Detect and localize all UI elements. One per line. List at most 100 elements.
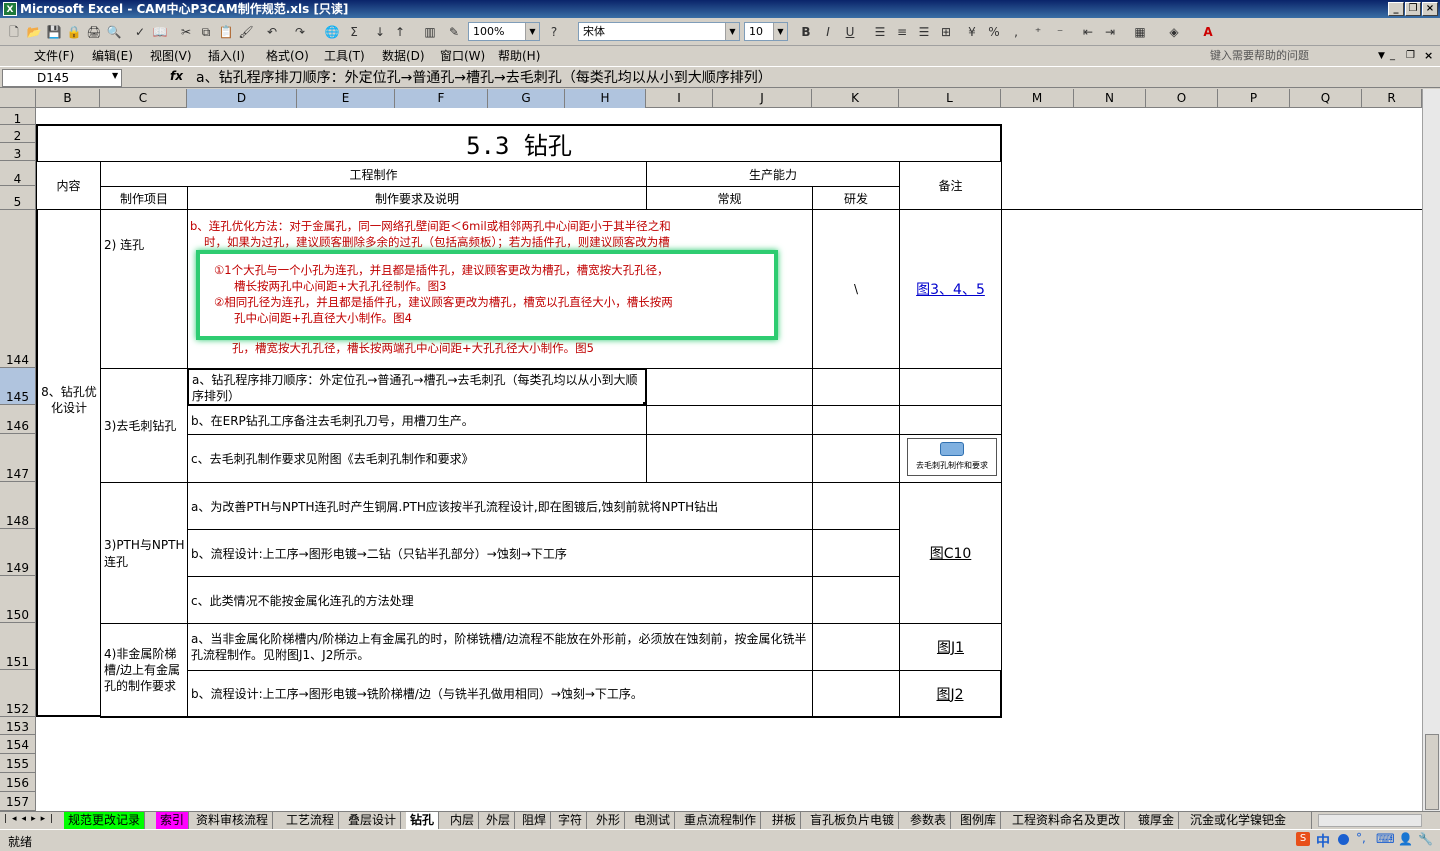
increase-decimal-icon[interactable]: ⁺ (1028, 22, 1048, 42)
row146-note[interactable] (899, 405, 1002, 435)
permission-icon[interactable]: 🔒 (64, 22, 84, 42)
row145-text-selected[interactable]: a、钻孔程序排刀顺序：外定位孔→普通孔→槽孔→去毛刺孔（每类孔均以从小到大顺序排… (187, 368, 647, 406)
col-header-m[interactable]: M (1001, 89, 1074, 108)
row-header-150[interactable]: 150 (0, 576, 36, 623)
menu-tools[interactable]: 工具(T) (324, 48, 365, 64)
menu-format[interactable]: 格式(O) (266, 48, 309, 64)
header-requirement[interactable]: 制作要求及说明 (187, 186, 647, 210)
tab-enig[interactable]: 沉金或化学镍钯金 (1186, 812, 1312, 829)
horizontal-scrollbar[interactable] (1318, 814, 1422, 827)
row-header-1[interactable]: 1 (0, 108, 36, 126)
research-icon[interactable]: 📖 (150, 22, 170, 42)
header-engineering[interactable]: 工程制作 (100, 161, 647, 187)
col-header-g[interactable]: G (488, 89, 565, 108)
tab-silkscreen[interactable]: 字符 (554, 812, 588, 829)
row-header-157[interactable]: 157 (0, 792, 36, 811)
row-header-148[interactable]: 148 (0, 482, 36, 529)
menu-window[interactable]: 窗口(W) (440, 48, 485, 64)
tab-key-flow[interactable]: 重点流程制作 (680, 812, 762, 829)
row152-note-cell[interactable]: 图J2 (899, 670, 1002, 718)
row147-text[interactable]: c、去毛刺孔制作要求见附图《去毛刺孔制作和要求》 (187, 434, 647, 483)
row149-text[interactable]: b、流程设计:上工序→图形电镀→二钻（只钻半孔部分）→蚀刻→下工序 (187, 529, 813, 577)
row144-note-cell[interactable]: 图3、4、5 (899, 209, 1002, 369)
tab-stackup[interactable]: 叠层设计 (344, 812, 402, 829)
comma-button[interactable]: , (1006, 22, 1026, 42)
tab-panel[interactable]: 拼板 (768, 812, 802, 829)
align-center-icon[interactable]: ≡ (892, 22, 912, 42)
tab-thick-gold[interactable]: 镀厚金 (1134, 812, 1180, 829)
font-size-select[interactable]: 10 ▼ (744, 22, 788, 41)
tab-legend[interactable]: 图例库 (956, 812, 1002, 829)
scroll-thumb[interactable] (1425, 734, 1439, 810)
tab-process-flow[interactable]: 工艺流程 (282, 812, 340, 829)
print-preview-icon[interactable]: 🔍 (104, 22, 124, 42)
row150-rd[interactable] (812, 576, 900, 624)
row-header-153[interactable]: 153 (0, 717, 36, 735)
row151-rd[interactable] (812, 623, 900, 671)
paste-icon[interactable]: 📋 (216, 22, 236, 42)
format-painter-icon[interactable]: 🖌 (236, 22, 256, 42)
tab-parameters[interactable]: 参数表 (906, 812, 952, 829)
doc-minimize-button[interactable]: _ (1390, 48, 1395, 64)
tab-naming[interactable]: 工程资料命名及更改 (1008, 812, 1126, 829)
hyperlink-icon[interactable]: 🌐 (322, 22, 342, 42)
row147-normal[interactable] (646, 434, 813, 483)
row152-text[interactable]: b、流程设计:上工序→图形电镀→铣阶梯槽/边（与铣半孔做用相同）→蚀刻→下工序。 (187, 670, 813, 718)
doc-close-button[interactable]: × (1424, 48, 1433, 64)
row146-text[interactable]: b、在ERP钻孔工序备注去毛刺孔刀号，用槽刀生产。 (187, 405, 647, 435)
col-header-k[interactable]: K (812, 89, 899, 108)
open-icon[interactable]: 📂 (24, 22, 44, 42)
menu-help[interactable]: 帮助(H) (498, 48, 540, 64)
col-header-r[interactable]: R (1362, 89, 1422, 108)
row146-rd[interactable] (812, 405, 900, 435)
wrench-icon[interactable]: 🔧 (1418, 832, 1433, 846)
comment-popup[interactable]: ①1个大孔与一个小孔为连孔，并且都是插件孔，建议顾客更改为槽孔，槽宽按大孔孔径，… (196, 250, 778, 340)
vertical-scrollbar[interactable] (1422, 89, 1440, 811)
row146-normal[interactable] (646, 405, 813, 435)
tab-index[interactable]: 索引 (156, 812, 190, 829)
tab-review-flow[interactable]: 资料审核流程 (192, 812, 274, 829)
help-search-input[interactable]: 键入需要帮助的问题 (1210, 48, 1309, 64)
align-right-icon[interactable]: ☰ (914, 22, 934, 42)
col-header-j[interactable]: J (713, 89, 812, 108)
menu-edit[interactable]: 编辑(E) (92, 48, 133, 64)
spelling-icon[interactable]: ✓ (130, 22, 150, 42)
row144-item[interactable]: 2) 连孔 (100, 209, 188, 369)
tab-inner-layer[interactable]: 内层 (446, 812, 480, 829)
row-header-144[interactable]: 144 (0, 210, 36, 368)
font-color-icon[interactable]: A (1198, 22, 1218, 42)
redo-icon[interactable]: ↷ (290, 22, 310, 42)
row-header-152[interactable]: 152 (0, 670, 36, 717)
row145-normal[interactable] (646, 368, 813, 406)
formula-input[interactable]: a、钻孔程序排刀顺序：外定位孔→普通孔→槽孔→去毛刺孔（每类孔均以从小到大顺序排… (196, 69, 772, 87)
col-header-n[interactable]: N (1074, 89, 1146, 108)
col-header-e[interactable]: E (297, 89, 395, 108)
restore-button[interactable]: ❐ (1405, 2, 1421, 16)
zoom-select[interactable]: 100% ▼ (468, 22, 540, 41)
autosum-icon[interactable]: Σ (344, 22, 364, 42)
pth-item[interactable]: 3)PTH与NPTH连孔 (100, 482, 188, 624)
step-item[interactable]: 4)非金属阶梯槽/边上有金属孔的制作要求 (100, 623, 188, 718)
header-content[interactable]: 内容 (36, 161, 101, 210)
cut-icon[interactable]: ✂ (176, 22, 196, 42)
percent-button[interactable]: % (984, 22, 1004, 42)
sheet-title[interactable]: 5.3 钻孔 (36, 124, 1002, 162)
tab-drilling[interactable]: 钻孔 (406, 812, 440, 829)
col-header-f[interactable]: F (395, 89, 488, 108)
font-select[interactable]: 宋体 ▼ (578, 22, 740, 41)
row144-note-link[interactable]: 图3、4、5 (916, 279, 985, 299)
tab-change-log[interactable]: 规范更改记录 (64, 812, 146, 829)
menu-file[interactable]: 文件(F) (34, 48, 74, 64)
new-icon[interactable]: 🗋 (4, 22, 24, 42)
save-icon[interactable]: 💾 (44, 22, 64, 42)
help-icon[interactable]: ? (544, 22, 564, 42)
tab-scroll-arrows-icon[interactable]: |◂◂▸▸| (4, 814, 58, 824)
increase-indent-icon[interactable]: ⇥ (1100, 22, 1120, 42)
row147-rd[interactable] (812, 434, 900, 483)
col-header-d[interactable]: D (187, 89, 297, 108)
ime-dot-icon[interactable] (1338, 834, 1349, 845)
undo-icon[interactable]: ↶ (262, 22, 282, 42)
close-button[interactable]: × (1422, 2, 1438, 16)
doc-restore-button[interactable]: ❐ (1406, 48, 1415, 64)
row-header-156[interactable]: 156 (0, 773, 36, 792)
